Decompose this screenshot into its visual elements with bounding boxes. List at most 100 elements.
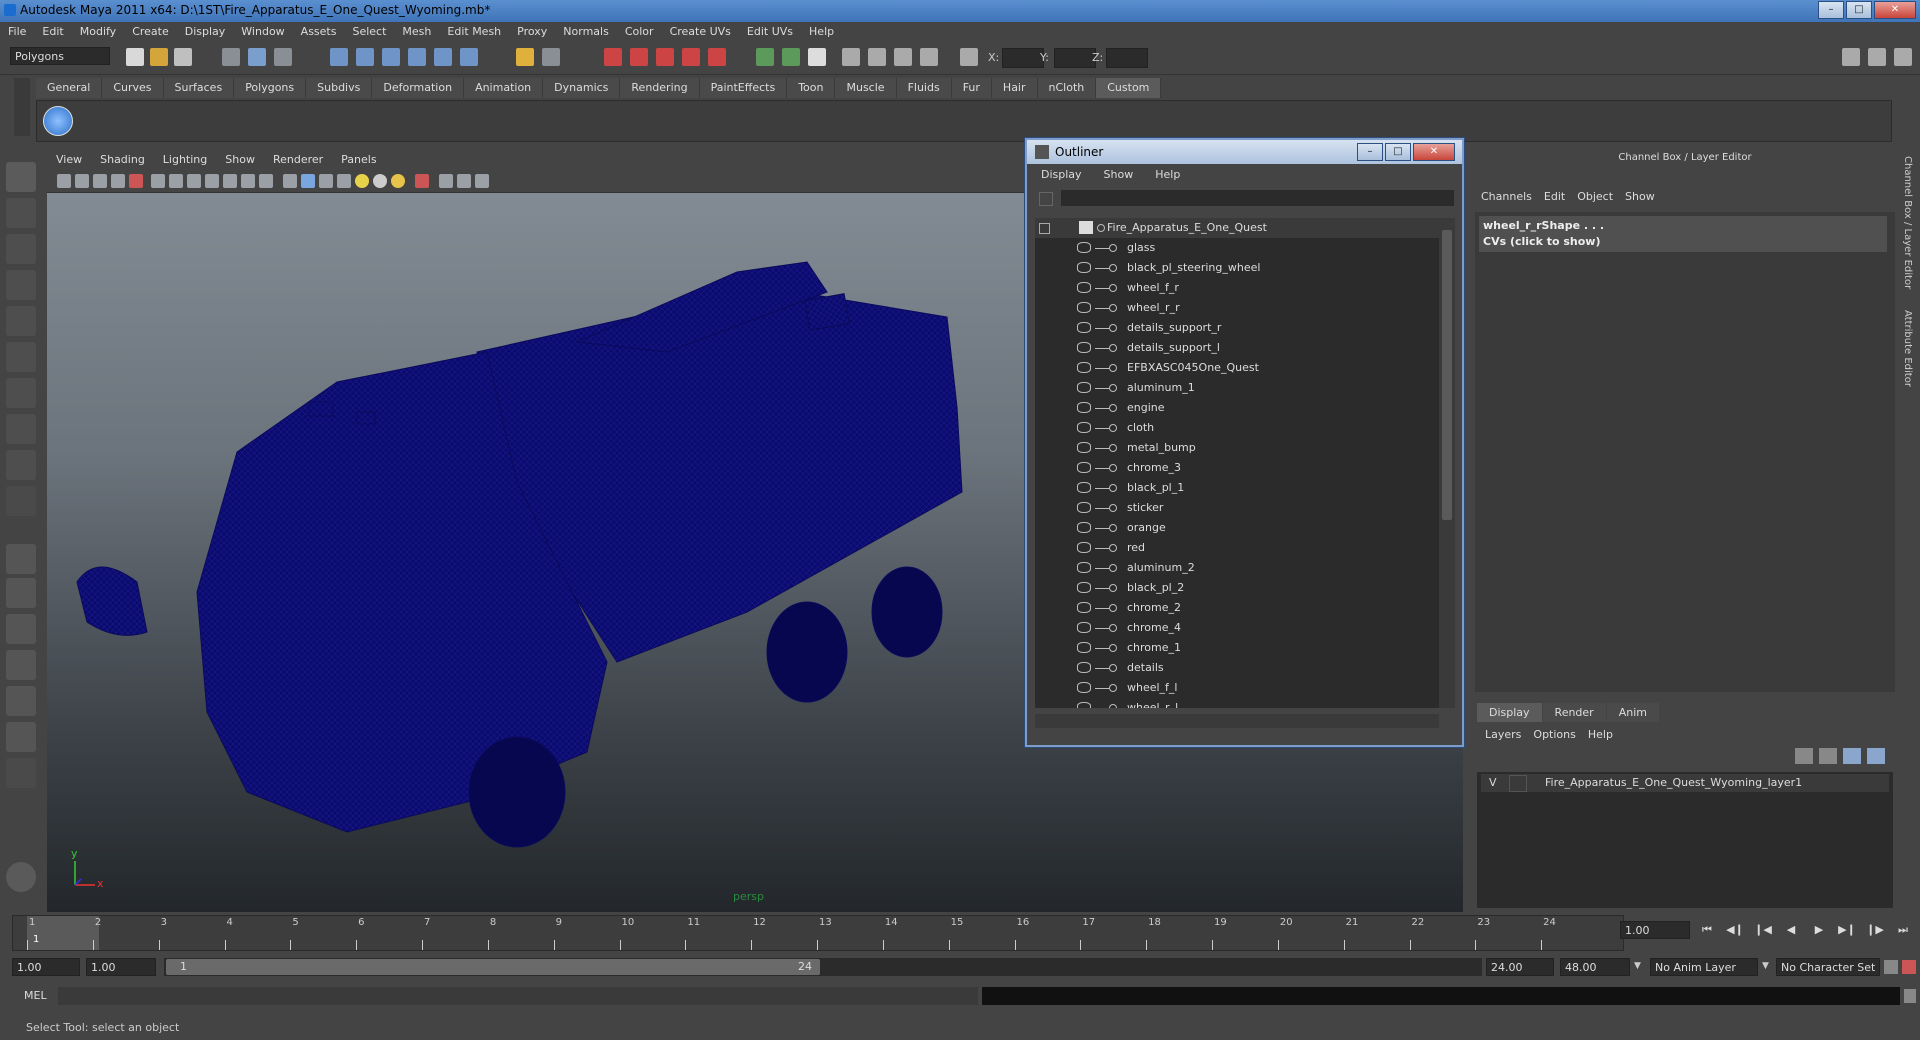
dropdown-arrow-icon[interactable]: ▼ [1634,961,1644,971]
shelf-tab-muscle[interactable]: Muscle [835,78,897,98]
layer-tab-render[interactable]: Render [1542,703,1606,722]
ipr-render-icon[interactable] [630,48,648,66]
outliner-item-row[interactable]: cloth [1035,418,1445,438]
outliner-item-row[interactable]: wheel_f_r [1035,278,1445,298]
textured-icon[interactable] [337,174,351,188]
new-layer-icon[interactable] [1795,748,1813,764]
outliner-menu-show[interactable]: Show [1090,166,1142,184]
shelf-tab-deformation[interactable]: Deformation [372,78,465,98]
x-field[interactable] [1002,48,1044,68]
menu-assets[interactable]: Assets [293,22,345,42]
auto-key-icon[interactable] [1884,960,1898,974]
shadows-icon[interactable] [391,174,405,188]
shelf-tab-rendering[interactable]: Rendering [620,78,700,98]
menu-edit-uvs[interactable]: Edit UVs [739,22,801,42]
menu-create-uvs[interactable]: Create UVs [662,22,739,42]
menu-normals[interactable]: Normals [555,22,617,42]
script-language-label[interactable]: MEL [10,988,56,1004]
move-layer-up-icon[interactable] [1843,748,1861,764]
range-slider-thumb[interactable]: 1 24 [166,959,820,975]
snap-point-icon[interactable] [382,48,400,66]
outliner-item-row[interactable]: aluminum_1 [1035,378,1445,398]
gate-mask-icon[interactable] [205,174,219,188]
selected-object-header[interactable]: wheel_r_rShape . . . CVs (click to show) [1479,216,1887,252]
range-slider[interactable]: 1 24 [164,958,1482,976]
move-layer-down-icon[interactable] [1867,748,1885,764]
script-editor-icon[interactable] [1904,989,1916,1003]
menu-create[interactable]: Create [124,22,177,42]
vp-menu-view[interactable]: View [47,150,91,170]
shelf-tab-painteffects[interactable]: PaintEffects [699,78,788,98]
resolution-gate-icon[interactable] [187,174,201,188]
shelf-tab-curves[interactable]: Curves [102,78,164,98]
layer-tab-anim[interactable]: Anim [1606,703,1659,722]
smooth-shade-icon[interactable] [301,174,315,188]
menu-color[interactable]: Color [617,22,662,42]
outliner-menu-display[interactable]: Display [1027,166,1090,184]
outliner-item-row[interactable]: EFBXASC045One_Quest [1035,358,1445,378]
rotate-tool-icon[interactable] [6,306,36,336]
outliner-item-row[interactable]: sticker [1035,498,1445,518]
shelf-tab-hair[interactable]: Hair [991,78,1038,98]
vp-menu-lighting[interactable]: Lighting [154,150,216,170]
vp-menu-shading[interactable]: Shading [91,150,154,170]
play-forwards-icon[interactable]: ▶ [1810,923,1828,937]
scale-tool-icon[interactable] [6,342,36,372]
all-lights-icon[interactable] [373,174,387,188]
manipulator-tool-icon[interactable] [6,378,36,408]
go-to-start-icon[interactable]: ⏮ [1698,923,1716,937]
animation-prefs-icon[interactable] [1902,960,1916,974]
single-pane-layout-icon[interactable] [6,544,36,574]
collapse-icon[interactable] [1039,223,1050,234]
outliner-item-row[interactable]: red [1035,538,1445,558]
paint-select-tool-icon[interactable] [6,234,36,264]
layer-name[interactable]: Fire_Apparatus_E_One_Quest_Wyoming_layer… [1545,776,1802,789]
panel-layout-2-icon[interactable] [1868,48,1886,66]
panel-layout-3-icon[interactable] [1894,48,1912,66]
select-camera-icon[interactable] [57,174,71,188]
outliner-item-row[interactable]: chrome_2 [1035,598,1445,618]
lasso-tool-icon[interactable] [6,198,36,228]
bookmark-icon[interactable] [93,174,107,188]
new-scene-icon[interactable] [126,48,144,66]
maximize-button[interactable]: □ [1846,1,1872,19]
side-tab-attribute-editor[interactable]: Attribute Editor [1902,310,1913,387]
shelf-tab-ncloth[interactable]: nCloth [1037,78,1097,98]
select-tool-icon[interactable] [6,162,36,192]
rename-icon[interactable] [782,48,800,66]
show-manipulator-icon[interactable] [6,450,36,480]
transform-field-icon[interactable] [960,48,978,66]
shelf-menu-icon[interactable] [14,78,30,136]
playback-start-field[interactable]: 1.00 [86,958,156,976]
outliner-vertical-scrollbar[interactable] [1439,218,1455,708]
outliner-item-row[interactable]: chrome_1 [1035,638,1445,658]
outliner-persp-layout-icon[interactable] [6,614,36,644]
vp-menu-show[interactable]: Show [216,150,264,170]
xray-icon[interactable] [439,174,453,188]
outliner-item-row[interactable]: glass [1035,238,1445,258]
camera-attributes-icon[interactable] [75,174,89,188]
character-set-select[interactable]: No Character Set [1776,958,1880,976]
make-live-icon[interactable] [434,48,452,66]
layer-tab-display[interactable]: Display [1477,703,1542,722]
shelf-tab-animation[interactable]: Animation [464,78,544,98]
outliner-item-row[interactable]: orange [1035,518,1445,538]
hand-icon[interactable] [6,862,36,892]
outliner-menu-help[interactable]: Help [1141,166,1188,184]
step-forward-key-icon[interactable]: ❙▶ [1866,923,1884,937]
outliner-maximize-button[interactable]: □ [1385,143,1411,161]
vp-menu-renderer[interactable]: Renderer [264,150,332,170]
outliner-item-row[interactable]: metal_bump [1035,438,1445,458]
isolate-select-icon[interactable] [415,174,429,188]
y-field[interactable] [1054,48,1096,68]
outliner-minimize-button[interactable]: – [1357,143,1383,161]
outliner-item-row[interactable]: aluminum_2 [1035,558,1445,578]
menu-display[interactable]: Display [177,22,234,42]
lock-icon[interactable] [516,48,534,66]
shelf-tab-polygons[interactable]: Polygons [234,78,307,98]
dropdown-arrow-2-icon[interactable]: ▼ [1762,961,1772,971]
shelf-tab-general[interactable]: General [36,78,103,98]
menu-edit[interactable]: Edit [34,22,71,42]
side-tab-channel-box[interactable]: Channel Box / Layer Editor [1902,156,1913,289]
animation-end-field[interactable]: 48.00 [1560,958,1630,976]
